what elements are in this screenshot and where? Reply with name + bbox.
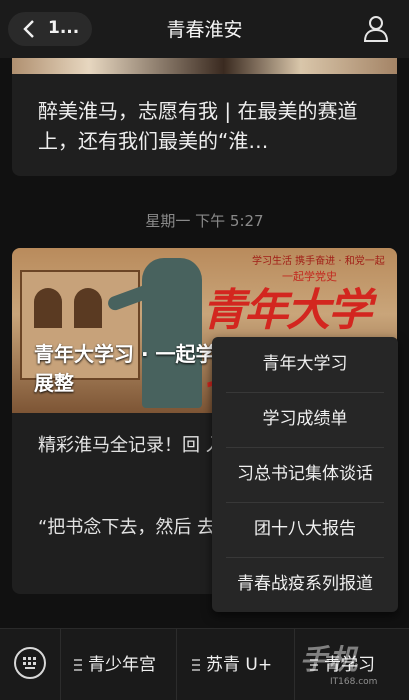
tab-label: 青少年宫 [88, 655, 156, 675]
menu-item-xuexi-chengjidan[interactable]: 学习成绩单 [212, 392, 398, 447]
menu-lines-icon [74, 659, 82, 671]
article-title: 醉美淮马，志愿有我 | 在最美的赛道上，还有我们最美的“淮… [38, 99, 358, 153]
menu-item-tuan-18-baogao[interactable]: 团十八大报告 [212, 502, 398, 557]
menu-lines-icon [192, 659, 200, 671]
article-cover-image [12, 58, 397, 74]
page-title: 青春淮安 [166, 19, 243, 41]
divider [60, 629, 61, 700]
cover-window [34, 288, 62, 328]
divider [294, 629, 295, 700]
article-card[interactable]: 醉美淮马，志愿有我 | 在最美的赛道上，还有我们最美的“淮… [12, 58, 397, 176]
watermark-logo: 手机 [300, 643, 359, 676]
tab-suqing-u[interactable]: 苏青 U+ [192, 629, 272, 700]
tab-qingshaonian-gong[interactable]: 青少年宫 [74, 629, 156, 700]
menu-item-jiti-tanhua[interactable]: 习总书记集体谈话 [212, 447, 398, 502]
cover-window [74, 288, 102, 328]
menu-item-zhanyi-baodao[interactable]: 青春战疫系列报道 [212, 557, 398, 612]
profile-icon[interactable] [363, 14, 389, 42]
menu-item-qingnian-daxuexi[interactable]: 青年大学习 [212, 337, 398, 392]
watermark-url: IT168.com [330, 677, 378, 687]
divider [176, 629, 177, 700]
keyboard-toggle-button[interactable] [14, 647, 46, 679]
cover-topline: 学习生活 携手奋进 · 和党一起 [252, 256, 385, 267]
message-timestamp: 星期一 下午 5:27 [145, 212, 264, 230]
submenu-popup: 青年大学习 学习成绩单 习总书记集体谈话 团十八大报告 青春战疫系列报道 [212, 337, 398, 612]
header-bar: 1... 青春淮安 [0, 0, 409, 58]
tab-label: 苏青 U+ [206, 655, 273, 675]
